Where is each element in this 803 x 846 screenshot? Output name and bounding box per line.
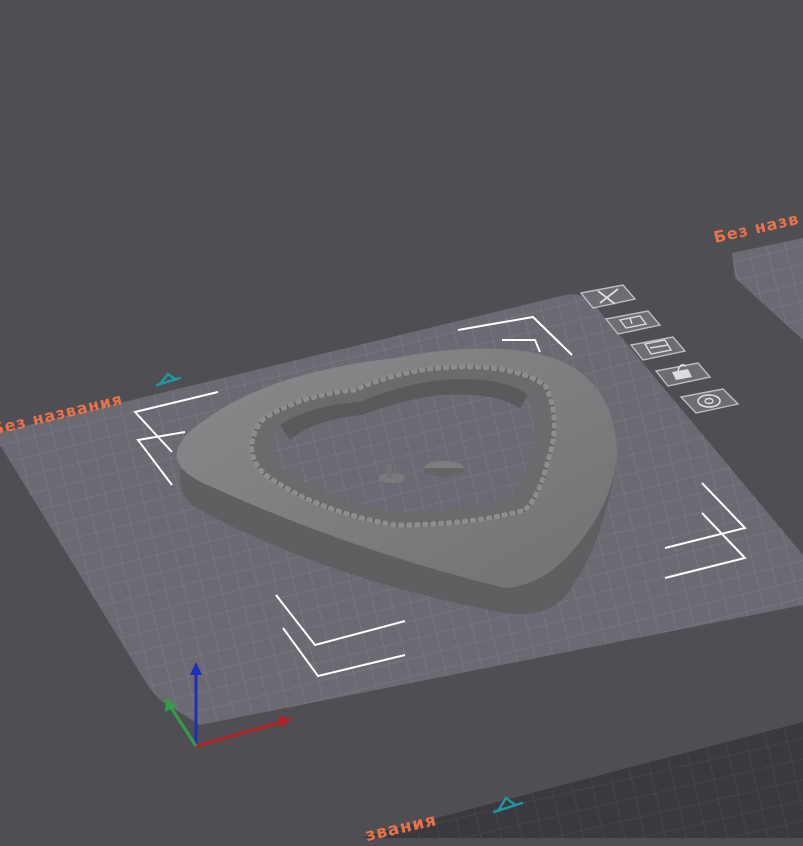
3d-viewport[interactable]: Без названия Без назв звания — [0, 0, 803, 846]
x-axis — [195, 720, 283, 748]
build-plate-right[interactable] — [732, 238, 803, 340]
lock-icon[interactable] — [654, 362, 712, 387]
settings-icon[interactable] — [679, 388, 740, 414]
viewport-canvas[interactable] — [0, 0, 803, 838]
edit-plate-name-icon[interactable] — [155, 372, 182, 387]
orient-icon[interactable] — [629, 336, 687, 361]
